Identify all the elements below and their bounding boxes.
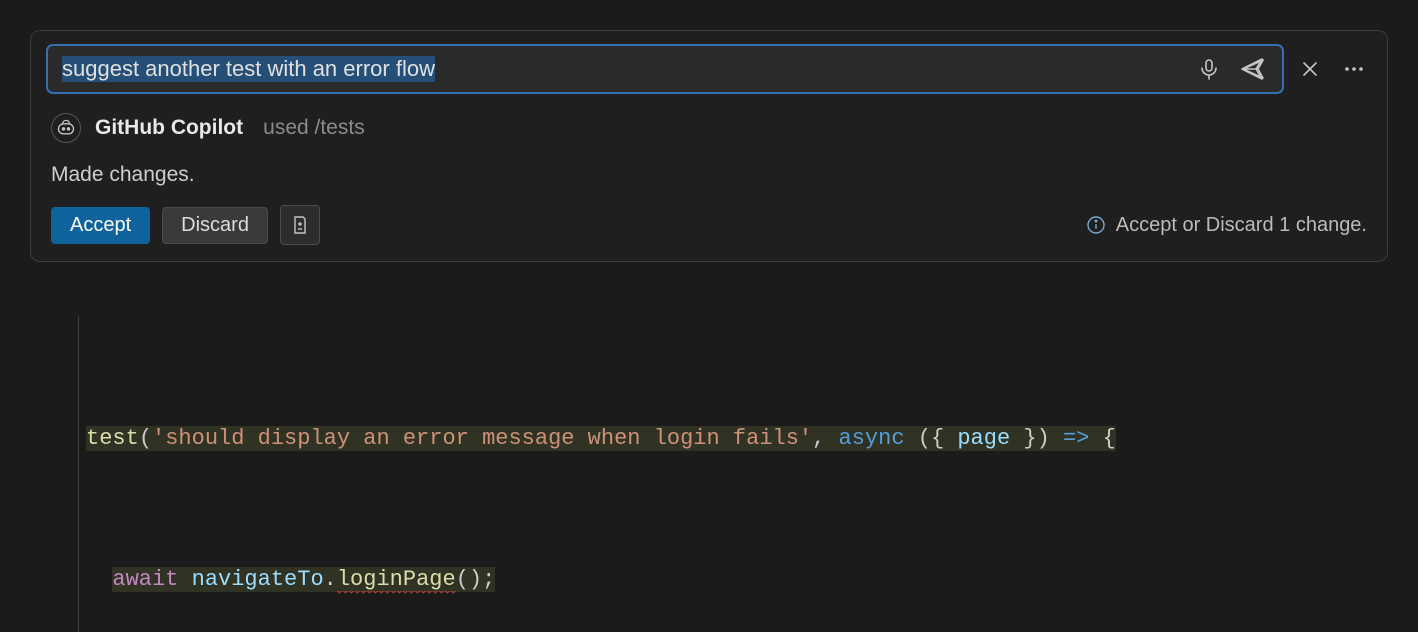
discard-button[interactable]: Discard [162, 207, 268, 244]
copilot-used-command: /tests [315, 116, 365, 139]
action-row: Accept Discard Ac [47, 205, 1371, 247]
close-icon[interactable] [1295, 54, 1325, 84]
inline-chat-container: GitHub Copilot used /tests Made changes.… [0, 0, 1418, 632]
code-line: await navigateTo.loginPage(); [60, 562, 1388, 597]
copilot-header: GitHub Copilot used /tests [47, 93, 1371, 153]
input-row [47, 45, 1371, 93]
inline-chat-panel: GitHub Copilot used /tests Made changes.… [30, 30, 1388, 262]
send-icon[interactable] [1238, 54, 1268, 84]
copilot-name: GitHub Copilot [95, 116, 243, 140]
diff-icon[interactable] [280, 205, 320, 245]
accept-button[interactable]: Accept [51, 207, 150, 244]
status-text: Made changes. [47, 153, 1371, 205]
copilot-used: used /tests [263, 116, 365, 140]
info-icon [1086, 215, 1106, 235]
prompt-input[interactable] [62, 56, 1194, 82]
copilot-icon [51, 113, 81, 143]
more-icon[interactable] [1339, 54, 1369, 84]
mic-icon[interactable] [1194, 54, 1224, 84]
code-line: test('should display an error message wh… [60, 421, 1388, 456]
input-actions [1194, 54, 1272, 84]
change-hint-text: Accept or Discard 1 change. [1116, 214, 1367, 237]
code-editor[interactable]: test('should display an error message wh… [30, 280, 1388, 632]
copilot-used-prefix: used [263, 116, 314, 139]
prompt-input-wrapper[interactable] [47, 45, 1283, 93]
panel-side-actions [1295, 54, 1371, 84]
change-hint: Accept or Discard 1 change. [1086, 214, 1367, 237]
